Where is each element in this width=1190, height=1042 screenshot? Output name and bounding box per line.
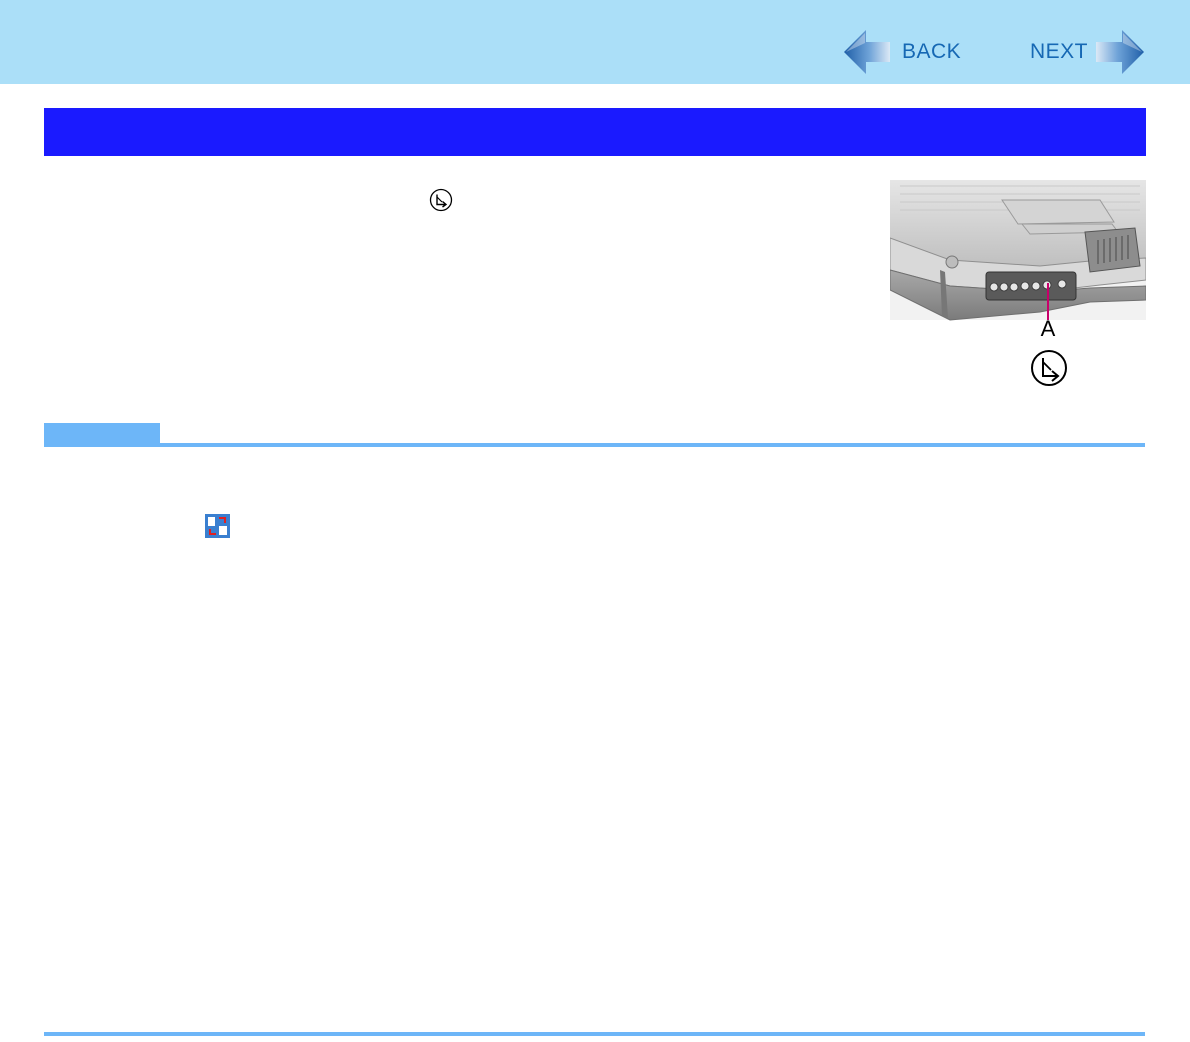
- note-tab: [44, 423, 160, 445]
- back-button[interactable]: BACK: [842, 28, 961, 76]
- rotation-button-icon: [1031, 350, 1067, 386]
- callout-letter: A: [1041, 316, 1056, 341]
- back-arrow-icon: [844, 30, 890, 74]
- footer-divider: [44, 1032, 1145, 1036]
- section-title-bar: [44, 108, 1146, 156]
- next-label: NEXT: [1030, 40, 1089, 63]
- back-label: BACK: [902, 40, 962, 63]
- rotation-key-icon: [429, 188, 453, 212]
- device-side-illustration: A: [890, 180, 1146, 386]
- rotation-utility-icon: [205, 514, 230, 538]
- top-navigation-bar: BACK NEXT: [0, 0, 1190, 84]
- note-divider: [44, 443, 1145, 447]
- next-button[interactable]: NEXT: [1030, 28, 1146, 76]
- next-arrow-icon: [1096, 30, 1145, 74]
